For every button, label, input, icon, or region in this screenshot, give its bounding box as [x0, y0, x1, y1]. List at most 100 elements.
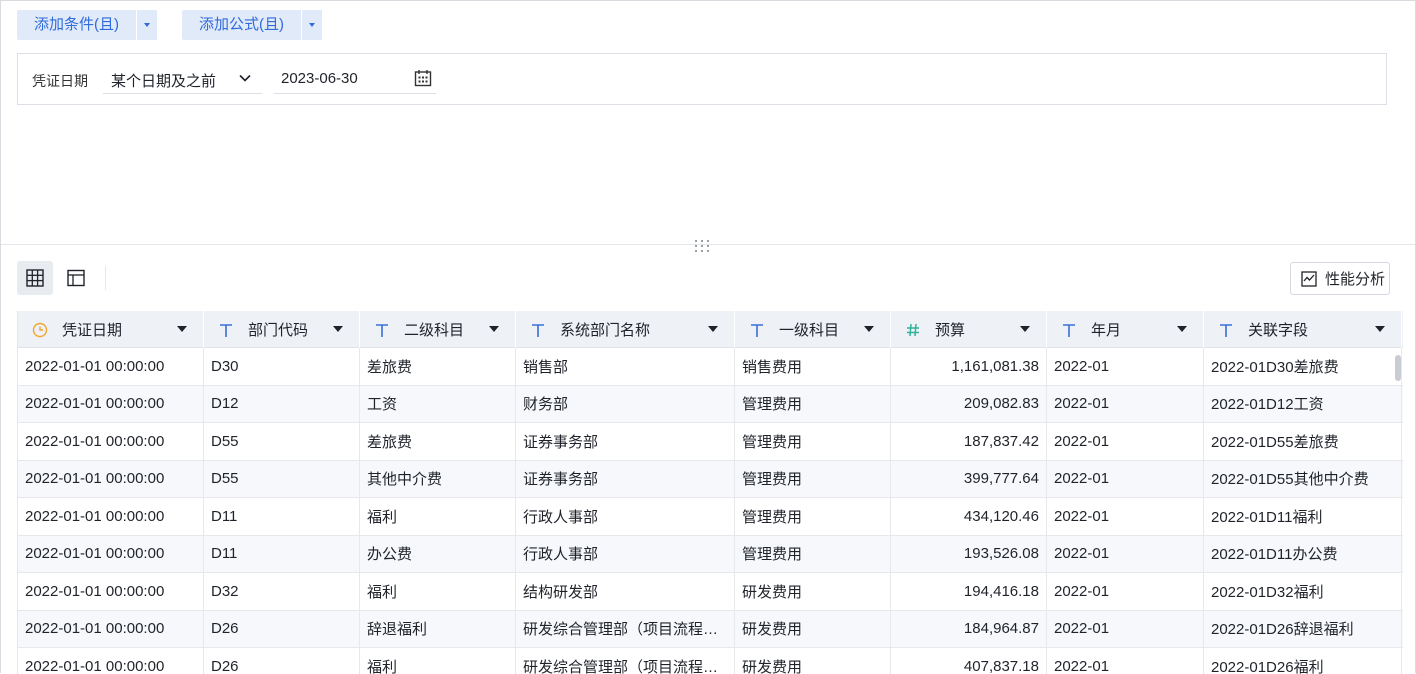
- cell-value: 2022-01: [1054, 395, 1110, 413]
- table-cell: 2022-01: [1047, 348, 1204, 385]
- table-cell: 差旅费: [360, 423, 516, 460]
- cell-value: D32: [211, 582, 239, 600]
- cell-value: 管理费用: [742, 508, 803, 526]
- add-condition-group: 添加条件(且): [17, 10, 157, 40]
- table-cell: 193,526.08: [891, 535, 1047, 572]
- cell-value: 184,964.87: [963, 620, 1039, 638]
- filter-operator-select[interactable]: 某个日期及之前: [103, 63, 262, 94]
- performance-analysis-button[interactable]: 性能分析: [1290, 262, 1390, 295]
- sort-menu-icon[interactable]: [333, 326, 343, 332]
- calendar-icon[interactable]: [414, 69, 432, 87]
- cell-value: 407,837.18: [963, 657, 1039, 674]
- table-cell: 研发费用: [735, 648, 891, 674]
- grid-view-button[interactable]: [17, 261, 53, 295]
- vertical-scrollbar[interactable]: [1395, 355, 1401, 381]
- cell-value: 证券事务部: [523, 433, 599, 451]
- table-row[interactable]: 2022-01-01 00:00:00 D11 福利 行政人事部 管理费用 434,120…: [18, 498, 1403, 536]
- filter-date-input[interactable]: 2023-06-30: [274, 63, 436, 94]
- column-header[interactable]: 关联字段: [1204, 311, 1402, 348]
- table-cell: 销售部: [516, 348, 735, 385]
- table-cell: 工资: [360, 385, 516, 422]
- cell-value: 2022-01-01 00:00:00: [25, 620, 165, 638]
- resize-handle-icon[interactable]: [695, 238, 713, 252]
- sort-menu-icon[interactable]: [1020, 326, 1030, 332]
- table-cell: 管理费用: [735, 535, 891, 572]
- table-cell: 2022-01D12工资: [1204, 385, 1402, 422]
- sort-menu-icon[interactable]: [1177, 326, 1187, 332]
- column-header-label: 关联字段: [1248, 322, 1309, 339]
- table-row[interactable]: 2022-01-01 00:00:00 D11 办公费 行政人事部 管理费用 193,52…: [18, 535, 1403, 573]
- cell-value: 2022-01-01 00:00:00: [25, 545, 165, 563]
- table-row[interactable]: 2022-01-01 00:00:00 D32 福利 结构研发部 研发费用 194,416…: [18, 573, 1403, 611]
- cell-value: 2022-01D32福利: [1211, 583, 1324, 601]
- table-row[interactable]: 2022-01-01 00:00:00 D26 福利 研发综合管理部（项目流程… 研发费…: [18, 648, 1403, 674]
- table-row[interactable]: 2022-01-01 00:00:00 D30 差旅费 销售部 销售费用 1,161,08…: [18, 348, 1403, 386]
- sort-menu-icon[interactable]: [864, 326, 874, 332]
- sort-menu-icon[interactable]: [177, 326, 187, 332]
- cell-value: 2022-01: [1054, 357, 1110, 375]
- table-row[interactable]: 2022-01-01 00:00:00 D55 差旅费 证券事务部 管理费用 187,83…: [18, 423, 1403, 461]
- column-header[interactable]: 系统部门名称: [516, 311, 735, 348]
- query-panel: 添加条件(且) 添加公式(且) 凭证日期 某个日期及之前 2023-06-30: [0, 0, 1416, 674]
- add-formula-button[interactable]: 添加公式(且): [182, 10, 301, 40]
- column-header[interactable]: 预算: [891, 311, 1047, 348]
- column-header-label: 部门代码: [248, 322, 309, 339]
- cell-value: 其他中介费: [367, 471, 443, 489]
- table-row[interactable]: 2022-01-01 00:00:00 D12 工资 财务部 管理费用 209,082.8…: [18, 385, 1403, 423]
- cell-value: 财务部: [523, 396, 569, 414]
- add-condition-button[interactable]: 添加条件(且): [17, 10, 136, 40]
- cell-value: 管理费用: [742, 471, 803, 489]
- cell-value: 187,837.42: [963, 432, 1039, 450]
- table-cell: 其他中介费: [360, 460, 516, 497]
- cell-value: D11: [211, 507, 238, 525]
- clock-icon: [32, 322, 48, 338]
- column-header[interactable]: 二级科目: [360, 311, 516, 348]
- table-cell: 差旅费: [360, 348, 516, 385]
- table-cell: 办公费: [360, 535, 516, 572]
- table-cell: 管理费用: [735, 460, 891, 497]
- performance-analysis-label: 性能分析: [1325, 271, 1386, 288]
- cell-value: 2022-01D11福利: [1211, 508, 1323, 526]
- table-cell: 2022-01-01 00:00:00: [18, 385, 204, 422]
- filter-field-label: 凭证日期: [32, 73, 88, 89]
- cell-value: 行政人事部: [523, 546, 599, 564]
- table-cell: 2022-01-01 00:00:00: [18, 648, 204, 674]
- cell-value: 209,082.83: [963, 395, 1039, 413]
- column-header[interactable]: 凭证日期: [18, 311, 204, 348]
- cell-value: 194,416.18: [963, 582, 1039, 600]
- add-formula-dropdown[interactable]: [302, 10, 322, 40]
- table-cell: 2022-01-01 00:00:00: [18, 573, 204, 610]
- table-cell: D55: [204, 423, 360, 460]
- cell-value: D30: [211, 357, 239, 375]
- table-row[interactable]: 2022-01-01 00:00:00 D26 辞退福利 研发综合管理部（项目流程… 研…: [18, 610, 1403, 648]
- cell-value: 差旅费: [367, 358, 413, 376]
- add-condition-dropdown[interactable]: [137, 10, 157, 40]
- table-cell: 研发综合管理部（项目流程…: [516, 610, 735, 647]
- sort-menu-icon[interactable]: [489, 326, 499, 332]
- sort-menu-icon[interactable]: [708, 326, 718, 332]
- cell-value: 2022-01-01 00:00:00: [25, 357, 165, 375]
- cell-value: 2022-01: [1054, 432, 1110, 450]
- cell-value: 1,161,081.38: [951, 357, 1039, 375]
- cell-value: D55: [211, 470, 239, 488]
- table-cell: 2022-01D55其他中介费: [1204, 460, 1402, 497]
- column-header[interactable]: 一级科目: [735, 311, 891, 348]
- column-header[interactable]: 年月: [1047, 311, 1204, 348]
- sort-menu-icon[interactable]: [1375, 326, 1385, 332]
- caret-down-icon: [309, 23, 315, 27]
- cell-value: 办公费: [367, 546, 413, 564]
- column-header[interactable]: 部门代码: [204, 311, 360, 348]
- cell-value: D26: [211, 620, 239, 638]
- table-cell: 399,777.64: [891, 460, 1047, 497]
- table-cell: D30: [204, 348, 360, 385]
- cell-value: 2022-01-01 00:00:00: [25, 395, 165, 413]
- pivot-view-button[interactable]: [58, 261, 94, 295]
- cell-value: 2022-01D26福利: [1211, 658, 1324, 674]
- cell-value: 行政人事部: [523, 508, 599, 526]
- table-cell: 2022-01: [1047, 498, 1204, 535]
- table-row[interactable]: 2022-01-01 00:00:00 D55 其他中介费 证券事务部 管理费用 399,…: [18, 460, 1403, 498]
- table-cell: 管理费用: [735, 423, 891, 460]
- cell-value: D12: [211, 395, 239, 413]
- table-cell: 辞退福利: [360, 610, 516, 647]
- table-cell: 2022-01: [1047, 535, 1204, 572]
